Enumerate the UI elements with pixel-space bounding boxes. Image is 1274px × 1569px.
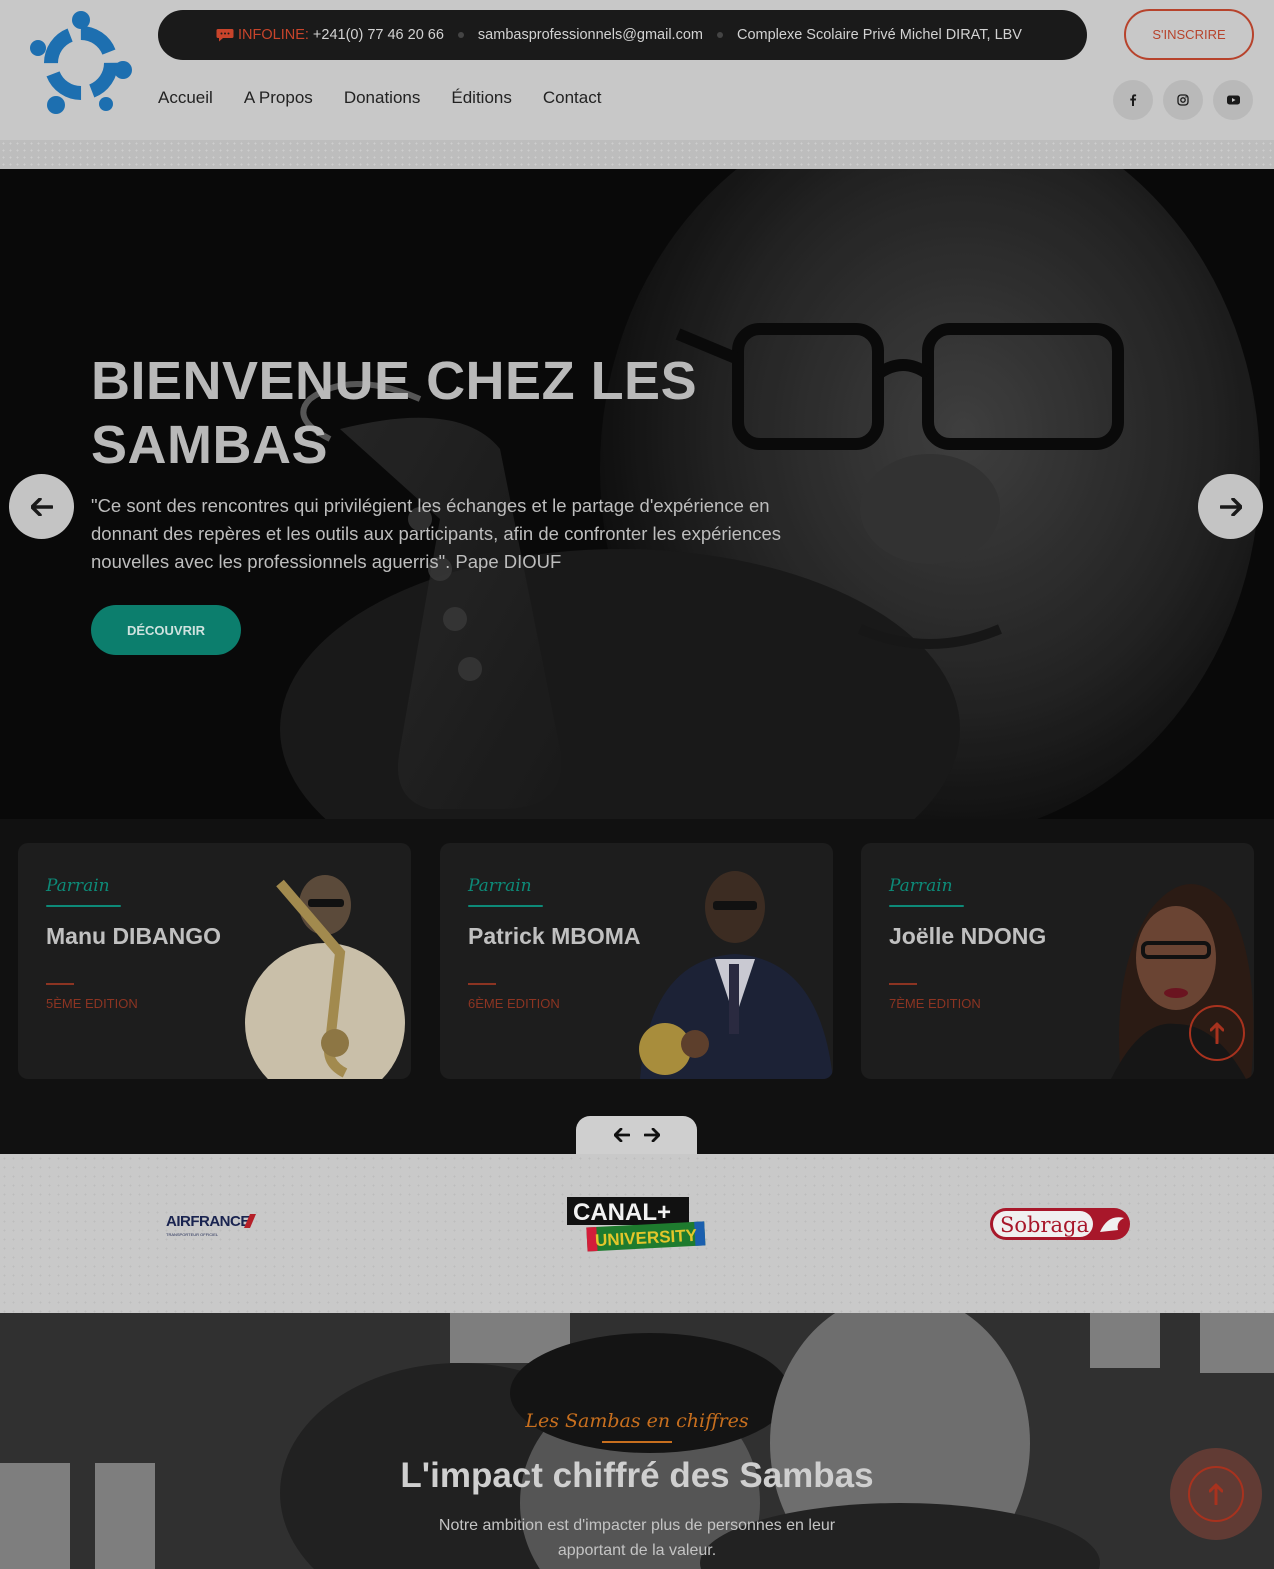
sobraga-wordmark: Sobraga (1000, 1213, 1089, 1237)
card-tag-underline (468, 905, 543, 907)
sambas-logo[interactable] (26, 8, 136, 118)
hero-title: BIENVENUE CHEZ LES SAMBAS (91, 351, 698, 475)
airfrance-tagline: TRANSPORTEUR OFFICIEL (166, 1232, 219, 1237)
stats-description: Notre ambition est d'impacter plus de pe… (438, 1517, 836, 1559)
instagram-icon (1177, 94, 1189, 106)
scroll-to-top-button[interactable] (1189, 1005, 1245, 1061)
arrow-up-icon (1209, 1483, 1223, 1505)
card-edition: 6ÈME EDITION (468, 996, 560, 1011)
stats-kicker: Les Sambas en chiffres (525, 1410, 749, 1432)
card-divider (46, 983, 74, 985)
hero-quote: "Ce sont des rencontres qui privilégient… (91, 495, 782, 572)
hero-slider: BIENVENUE CHEZ LES SAMBAS "Ce sont des r… (0, 169, 1274, 819)
parrain-card[interactable]: Parrain Patrick MBOMA 6ÈME EDITION (440, 843, 833, 1079)
social-links (1113, 80, 1253, 120)
info-bar: INFOLINE: +241(0) 77 46 20 66 sambasprof… (158, 10, 1087, 60)
scroll-to-top-button[interactable] (1188, 1466, 1244, 1522)
hero-prev-button[interactable] (9, 474, 74, 539)
portrait-patrick-mboma (639, 871, 833, 1079)
stats-title: L'impact chiffré des Sambas (400, 1456, 874, 1495)
arrow-up-icon (1210, 1022, 1224, 1044)
contact-address: Complexe Scolaire Privé Michel DIRAT, LB… (736, 27, 1022, 43)
facebook-icon (1130, 94, 1137, 106)
infoline-phone[interactable]: +241(0) 77 46 20 66 (313, 27, 444, 43)
canal-plus-university-logo[interactable]: CANAL+ UNIVERSITY (565, 1195, 710, 1257)
card-tag-underline (889, 905, 964, 907)
airfrance-logo[interactable]: AIRFRANCE TRANSPORTEUR OFFICIEL (160, 1209, 270, 1243)
nav-item-a-propos[interactable]: A Propos (244, 88, 313, 108)
nav-item-accueil[interactable]: Accueil (158, 88, 213, 108)
main-nav: Accueil A Propos Donations Éditions Cont… (158, 88, 601, 108)
youtube-icon (1226, 95, 1240, 105)
signup-button[interactable]: S'INSCRIRE (1124, 9, 1254, 60)
chat-icon (216, 29, 234, 42)
card-tag-underline (46, 905, 121, 907)
card-edition: 7ÈME EDITION (889, 996, 981, 1011)
card-tag: Parrain (46, 876, 110, 896)
card-name: Manu DIBANGO (46, 923, 222, 949)
header-texture-strip (0, 140, 1274, 169)
stats-section: Les Sambas en chiffres L'impact chiffré … (0, 1313, 1274, 1569)
card-edition: 5ÈME EDITION (46, 996, 138, 1011)
cards-pager (576, 1116, 697, 1154)
facebook-link[interactable] (1113, 80, 1153, 120)
nav-item-contact[interactable]: Contact (543, 88, 602, 108)
card-divider (889, 983, 917, 985)
separator-dot (716, 32, 723, 38)
hero-next-button[interactable] (1198, 474, 1263, 539)
arrow-left-icon[interactable] (613, 1128, 630, 1142)
portrait-manu-dibango (245, 875, 405, 1079)
partners-section: AIRFRANCE TRANSPORTEUR OFFICIEL CANAL+ U… (0, 1154, 1274, 1313)
discover-button[interactable]: DÉCOUVRIR (91, 605, 241, 655)
instagram-link[interactable] (1163, 80, 1203, 120)
youtube-link[interactable] (1213, 80, 1253, 120)
sobraga-logo[interactable]: Sobraga (988, 1204, 1133, 1244)
separator-dot (457, 32, 464, 38)
card-name: Patrick MBOMA (468, 923, 641, 949)
infoline-label: INFOLINE: (238, 27, 309, 43)
arrow-left-icon (30, 497, 53, 516)
contact-email[interactable]: sambasprofessionnels@gmail.com (478, 27, 703, 43)
parrains-section: Parrain Manu DIBANGO 5ÈME EDITION Parrai… (0, 819, 1274, 1154)
nav-item-donations[interactable]: Donations (344, 88, 421, 108)
nav-item-editions[interactable]: Éditions (451, 88, 511, 108)
site-header: INFOLINE: +241(0) 77 46 20 66 sambasprof… (0, 0, 1274, 140)
arrow-right-icon[interactable] (643, 1128, 660, 1142)
parrain-card[interactable]: Parrain Manu DIBANGO 5ÈME EDITION (18, 843, 411, 1079)
arrow-right-icon (1219, 497, 1242, 516)
card-name: Joëlle NDONG (889, 923, 1047, 949)
canal-plus-wordmark: CANAL+ (573, 1199, 671, 1226)
card-tag: Parrain (889, 876, 953, 896)
stats-kicker-underline (602, 1441, 672, 1443)
card-tag: Parrain (468, 876, 532, 896)
airfrance-wordmark: AIRFRANCE (166, 1213, 250, 1230)
card-divider (468, 983, 496, 985)
